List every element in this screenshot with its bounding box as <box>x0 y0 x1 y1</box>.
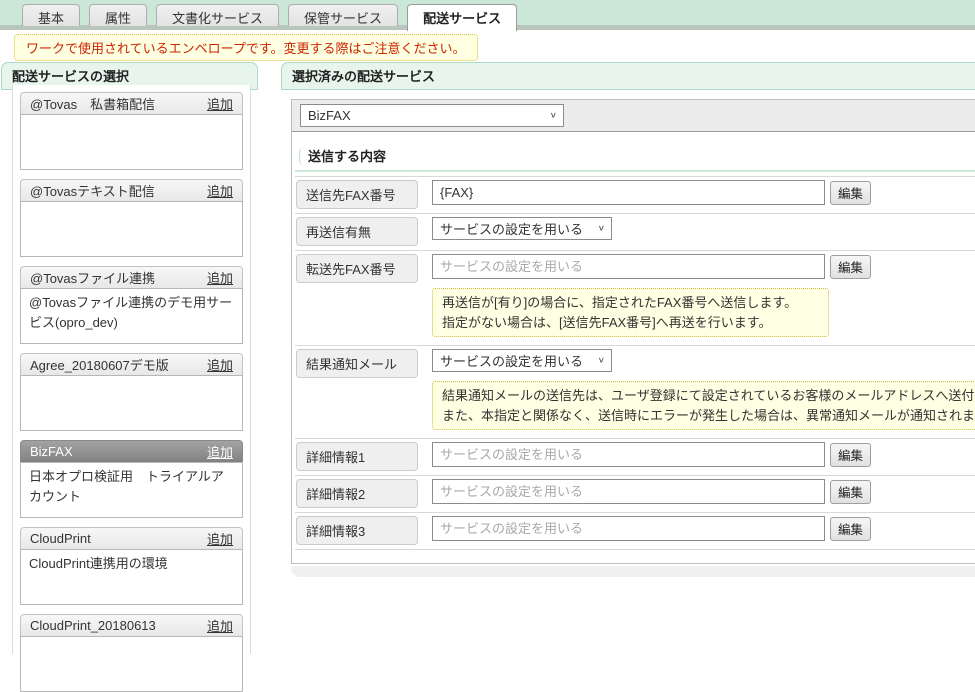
tab-配送サービス[interactable]: 配送サービス <box>407 4 517 31</box>
add-link[interactable]: 追加 <box>207 181 233 200</box>
service-description <box>20 201 243 257</box>
forward-fax-note: 再送信が[有り]の場合に、指定されたFAX番号へ送信します。指定がない場合は、[… <box>432 288 829 337</box>
form-rows: 送信先FAX番号編集再送信有無サービスの設定を用いる∨転送先FAX番号編集再送信… <box>295 176 975 550</box>
fax-to-edit-button[interactable]: 編集 <box>830 181 871 205</box>
service-item-header: @Tovasテキスト配信 追加 <box>20 179 243 202</box>
add-link[interactable]: 追加 <box>207 616 233 635</box>
add-link[interactable]: 追加 <box>207 529 233 548</box>
service-name: @Tovasファイル連携 <box>30 268 155 287</box>
detail3-edit-button[interactable]: 編集 <box>830 517 871 541</box>
detail3-field: 編集 <box>432 515 871 541</box>
service-description <box>20 375 243 431</box>
service-list: @Tovas 私書箱配信追加@Tovasテキスト配信追加@Tovasファイル連携… <box>12 85 251 654</box>
result-mail-note: 結果通知メールの送信先は、ユーザ登録にて設定されているお客様のメールアドレスへ送… <box>432 381 975 430</box>
service-name: @Tovas 私書箱配信 <box>30 94 155 113</box>
detail3-label: 詳細情報3 <box>296 516 418 545</box>
panel-footer <box>291 566 975 577</box>
detail2-input[interactable] <box>432 479 825 504</box>
tab-保管サービス[interactable]: 保管サービス <box>288 4 398 26</box>
service-item: @Tovasテキスト配信 追加 <box>20 179 243 257</box>
chevron-down-icon: ∨ <box>550 111 557 120</box>
detail2-edit-button[interactable]: 編集 <box>830 480 871 504</box>
service-name: CloudPrint_20180613 <box>30 618 156 633</box>
detail1-field: 編集 <box>432 441 871 467</box>
detail3-input[interactable] <box>432 516 825 541</box>
detail2-field: 編集 <box>432 478 871 504</box>
resend-label: 再送信有無 <box>296 217 418 246</box>
selected-service-value: BizFAX <box>308 108 351 123</box>
resend-field: サービスの設定を用いる ∨ <box>432 216 612 240</box>
forward-fax-input[interactable] <box>432 254 825 279</box>
forward-fax-label: 転送先FAX番号 <box>296 254 418 283</box>
service-description <box>20 636 243 692</box>
form-row-forward-fax: 転送先FAX番号編集再送信が[有り]の場合に、指定されたFAX番号へ送信します。… <box>295 251 975 346</box>
send-content-section: 送信する内容 送信先FAX番号編集再送信有無サービスの設定を用いる∨転送先FAX… <box>292 132 975 563</box>
form-row-detail1: 詳細情報1 編集 <box>295 439 975 476</box>
service-item-header: Agree_20180607デモ版 追加 <box>20 353 243 376</box>
form-row-resend: 再送信有無 サービスの設定を用いる ∨ <box>295 214 975 251</box>
service-description: CloudPrint連携用の環境 <box>20 549 243 605</box>
service-settings-box: BizFAX ∨ 送信する内容 送信先FAX番号編集再送信有無サービスの設定を用… <box>291 99 975 564</box>
detail1-label: 詳細情報1 <box>296 442 418 471</box>
service-name: @Tovasテキスト配信 <box>30 181 155 200</box>
service-description: @Tovasファイル連携のデモ用サービス(opro_dev) <box>20 288 243 344</box>
add-link[interactable]: 追加 <box>207 94 233 113</box>
result-mail-label: 結果通知メール <box>296 349 418 378</box>
service-item-header: @Tovasファイル連携 追加 <box>20 266 243 289</box>
service-item: @Tovasファイル連携 追加@Tovasファイル連携のデモ用サービス(opro_… <box>20 266 243 344</box>
service-item: BizFAX 追加日本オプロ検証用 トライアルアカウント <box>20 440 243 518</box>
fax-to-label: 送信先FAX番号 <box>296 180 418 209</box>
tab-bar: 基本属性文書化サービス保管サービス配送サービス <box>0 0 975 30</box>
result-mail-field: サービスの設定を用いる ∨ 結果通知メールの送信先は、ユーザ登録にて設定されているお… <box>432 348 975 435</box>
service-item-header: CloudPrint_20180613 追加 <box>20 614 243 637</box>
result-mail-select[interactable]: サービスの設定を用いる ∨ <box>432 349 612 372</box>
form-row-detail3: 詳細情報3 編集 <box>295 513 975 550</box>
section-header: 送信する内容 <box>295 143 975 172</box>
service-name: CloudPrint <box>30 531 91 546</box>
tab-strip: 基本属性文書化サービス保管サービス配送サービス <box>22 4 526 31</box>
service-item: @Tovas 私書箱配信 追加 <box>20 92 243 170</box>
form-row-result-mail: 結果通知メール サービスの設定を用いる ∨ 結果通知メールの送信先は、ユーザ登録にて設… <box>295 346 975 439</box>
fax-to-field: 編集 <box>432 179 871 205</box>
delivery-service-selection-panel: 配送サービスの選択 @Tovas 私書箱配信追加@Tovasテキスト配信追加@T… <box>1 62 258 654</box>
service-item: CloudPrint 追加CloudPrint連携用の環境 <box>20 527 243 605</box>
section-title: 送信する内容 <box>299 147 390 166</box>
add-link[interactable]: 追加 <box>207 442 233 461</box>
fax-to-input[interactable] <box>432 180 825 205</box>
service-item-header: CloudPrint 追加 <box>20 527 243 550</box>
chevron-down-icon: ∨ <box>598 356 605 365</box>
right-panel-title: 選択済みの配送サービス <box>281 62 975 90</box>
right-panel-body: BizFAX ∨ 送信する内容 送信先FAX番号編集再送信有無サービスの設定を用… <box>281 90 975 579</box>
add-link[interactable]: 追加 <box>207 355 233 374</box>
detail1-input[interactable] <box>432 442 825 467</box>
tab-基本[interactable]: 基本 <box>22 4 80 26</box>
chevron-down-icon: ∨ <box>598 224 605 233</box>
service-item: CloudPrint_20180613 追加 <box>20 614 243 692</box>
resend-select[interactable]: サービスの設定を用いる ∨ <box>432 217 612 240</box>
selected-service-dropdown[interactable]: BizFAX ∨ <box>300 104 564 127</box>
result-mail-select-value: サービスの設定を用いる <box>440 351 583 370</box>
service-description <box>20 114 243 170</box>
add-link[interactable]: 追加 <box>207 268 233 287</box>
warning-banner: ワークで使用されているエンベロープです。変更する際はご注意ください。 <box>14 34 478 61</box>
service-item: Agree_20180607デモ版 追加 <box>20 353 243 431</box>
forward-fax-field: 編集再送信が[有り]の場合に、指定されたFAX番号へ送信します。指定がない場合は… <box>432 253 871 342</box>
detail1-edit-button[interactable]: 編集 <box>830 443 871 467</box>
form-row-fax-to: 送信先FAX番号 編集 <box>295 177 975 214</box>
forward-fax-edit-button[interactable]: 編集 <box>830 255 871 279</box>
service-select-bar: BizFAX ∨ <box>292 100 975 132</box>
service-name: BizFAX <box>30 444 73 459</box>
form-row-detail2: 詳細情報2 編集 <box>295 476 975 513</box>
tab-文書化サービス[interactable]: 文書化サービス <box>156 4 279 26</box>
tab-属性[interactable]: 属性 <box>89 4 147 26</box>
service-name: Agree_20180607デモ版 <box>30 355 169 374</box>
service-item-header: @Tovas 私書箱配信 追加 <box>20 92 243 115</box>
service-description: 日本オプロ検証用 トライアルアカウント <box>20 462 243 518</box>
resend-select-value: サービスの設定を用いる <box>440 219 583 238</box>
selected-delivery-service-panel: 選択済みの配送サービス BizFAX ∨ 送信する内容 送信先FAX番号編集再送… <box>281 62 975 579</box>
service-item-header: BizFAX 追加 <box>20 440 243 463</box>
detail2-label: 詳細情報2 <box>296 479 418 508</box>
